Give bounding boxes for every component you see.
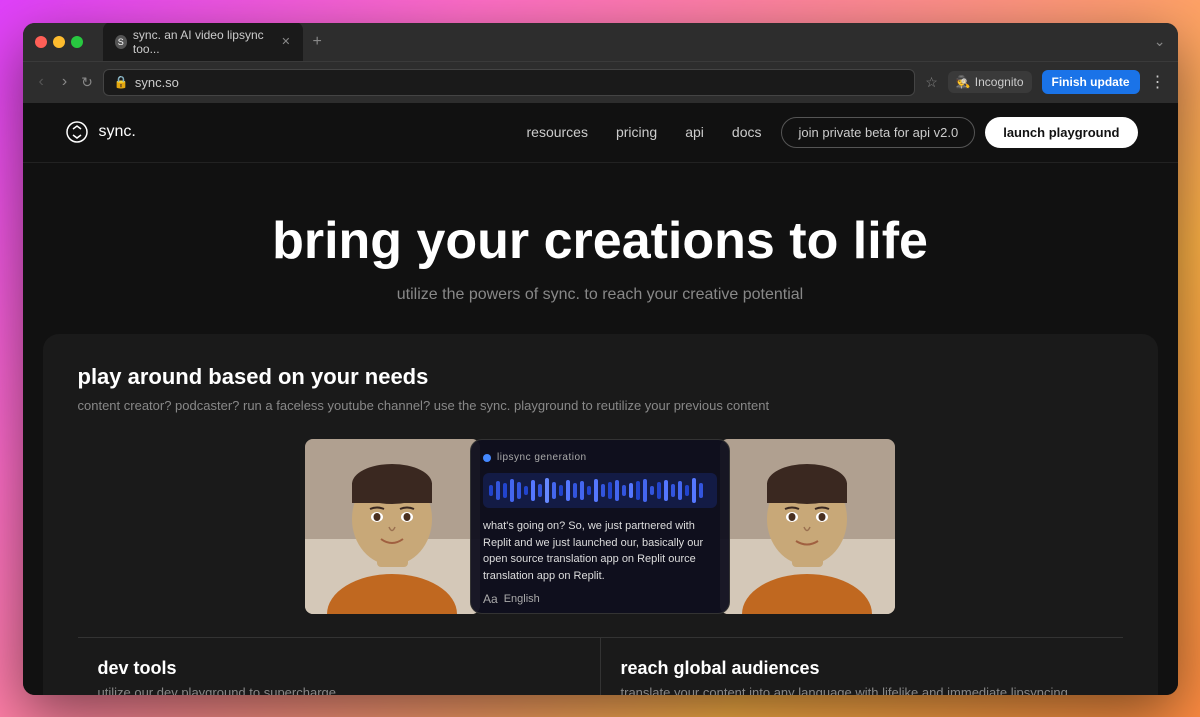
global-audiences-title: reach global audiences	[621, 658, 1103, 679]
forward-button[interactable]: ›	[58, 69, 71, 95]
browser-menu-button[interactable]: ⋮	[1150, 72, 1166, 92]
launch-playground-button[interactable]: launch playground	[985, 117, 1137, 148]
url-bar[interactable]: 🔒 sync.so	[103, 69, 915, 96]
lock-icon: 🔒	[114, 75, 129, 89]
dev-tools-card: dev tools utilize our dev playground to …	[78, 638, 601, 695]
page-content: sync. resources pricing api docs join pr…	[23, 103, 1178, 695]
tab-title: sync. an AI video lipsync too...	[133, 28, 275, 56]
global-audiences-card: reach global audiences translate your co…	[601, 638, 1123, 695]
title-bar: S sync. an AI video lipsync too... ✕ + ⌄	[23, 23, 1178, 61]
lipsync-footer: Aa English	[483, 592, 717, 606]
incognito-button[interactable]: 🕵 Incognito	[948, 71, 1032, 93]
hero-title: bring your creations to life	[43, 213, 1158, 270]
finish-update-button[interactable]: Finish update	[1042, 70, 1140, 94]
join-beta-button[interactable]: join private beta for api v2.0	[781, 117, 975, 148]
right-face-thumbnail	[720, 439, 895, 614]
global-audiences-desc: translate your content into any language…	[621, 685, 1103, 695]
incognito-icon: 🕵	[956, 75, 971, 89]
site-logo: sync.	[63, 118, 136, 146]
bookmark-button[interactable]: ☆	[925, 74, 938, 91]
tab-list-icon[interactable]: ⌄	[1154, 33, 1166, 50]
left-face-thumbnail	[305, 439, 480, 614]
new-tab-button[interactable]: +	[307, 31, 328, 53]
main-section: play around based on your needs content …	[43, 334, 1158, 695]
lipsync-transcript: what's going on? So, we just partnered w…	[483, 520, 703, 582]
dev-tools-title: dev tools	[98, 658, 580, 679]
lipsync-label: lipsync generation	[497, 452, 587, 463]
tab-bar: S sync. an AI video lipsync too... ✕ + ⌄	[103, 23, 1166, 62]
logo-text: sync.	[99, 123, 136, 141]
finish-update-label: Finish update	[1052, 75, 1130, 89]
demo-area: lipsync generation	[78, 437, 1123, 617]
traffic-lights	[35, 36, 83, 48]
site-nav-links: resources pricing api docs	[527, 124, 762, 140]
lipsync-indicator	[483, 454, 491, 462]
tab-favicon: S	[115, 35, 127, 49]
minimize-button[interactable]	[53, 36, 65, 48]
browser-window: S sync. an AI video lipsync too... ✕ + ⌄…	[23, 23, 1178, 695]
active-tab[interactable]: S sync. an AI video lipsync too... ✕	[103, 23, 303, 62]
hero-section: bring your creations to life utilize the…	[23, 163, 1178, 334]
lipsync-header: lipsync generation	[483, 452, 717, 463]
incognito-label: Incognito	[975, 75, 1024, 89]
refresh-button[interactable]: ↻	[81, 74, 93, 91]
close-button[interactable]	[35, 36, 47, 48]
address-bar: ‹ › ↻ 🔒 sync.so ☆ 🕵 Incognito Finish upd…	[23, 61, 1178, 103]
site-nav: sync. resources pricing api docs join pr…	[23, 103, 1178, 163]
language-label: English	[504, 593, 540, 605]
nav-link-api[interactable]: api	[685, 124, 704, 140]
nav-link-pricing[interactable]: pricing	[616, 124, 657, 140]
hero-subtitle: utilize the powers of sync. to reach you…	[43, 286, 1158, 304]
section-subtitle: content creator? podcaster? run a facele…	[78, 398, 1123, 413]
dev-tools-desc: utilize our dev playground to supercharg…	[98, 685, 580, 695]
tab-close-icon[interactable]: ✕	[281, 35, 290, 48]
maximize-button[interactable]	[71, 36, 83, 48]
waveform-visual	[483, 473, 717, 508]
section-title: play around based on your needs	[78, 364, 1123, 390]
logo-icon	[63, 118, 91, 146]
back-button[interactable]: ‹	[35, 69, 48, 95]
lipsync-text: what's going on? So, we just partnered w…	[483, 518, 717, 584]
aa-icon: Aa	[483, 592, 498, 606]
lipsync-card: lipsync generation	[470, 439, 730, 614]
bottom-cards: dev tools utilize our dev playground to …	[78, 637, 1123, 695]
url-text: sync.so	[135, 75, 179, 90]
nav-link-resources[interactable]: resources	[527, 124, 588, 140]
nav-link-docs[interactable]: docs	[732, 124, 762, 140]
